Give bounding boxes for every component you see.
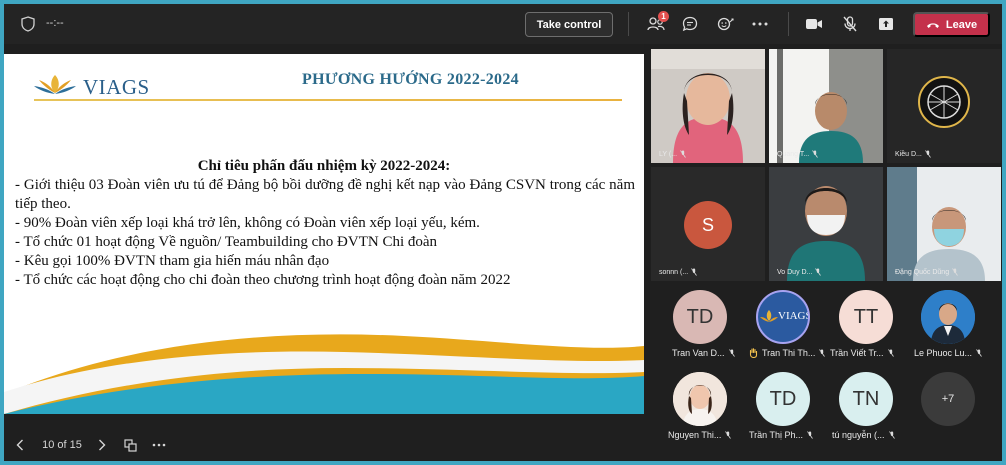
participant-avatar[interactable]: Le Phuoc Lu... (900, 290, 984, 370)
mic-muted-icon (812, 150, 818, 158)
avatar-initials: TD (673, 290, 727, 344)
bullet-item: - Tổ chức 01 hoạt động Về nguồn/ Teambui… (15, 234, 438, 250)
slide-title: PHƯƠNG HƯỚNG 2022-2024 (302, 71, 519, 88)
chat-icon[interactable] (678, 12, 702, 36)
bullet-item: - Tổ chức các hoạt động cho chi đoàn the… (15, 272, 511, 288)
participant-video (769, 167, 883, 281)
title-divider (34, 99, 622, 101)
avatar-image (673, 372, 727, 426)
avatar-initials: TT (839, 290, 893, 344)
logo-wordmark: VIAGS (83, 75, 150, 99)
video-tile[interactable]: Quang T... (769, 49, 883, 163)
avatar-image: VIAGS (756, 290, 810, 344)
video-tile[interactable]: LY (... (651, 49, 765, 163)
participant-avatar[interactable]: TN tú nguyễn (... (818, 372, 902, 452)
video-tile[interactable]: Vo Duy D... (769, 167, 883, 281)
teams-meeting-window: --:-- Take control 1 Leave VIAGS PHƯƠNG … (4, 4, 1002, 461)
participant-name: Quang T... (777, 150, 818, 158)
mic-muted-icon (888, 431, 895, 439)
participant-name: Đặng Quốc Dũng (895, 268, 958, 276)
previous-slide-icon[interactable] (12, 436, 28, 454)
participant-avatar[interactable]: Nguyen Thi... (652, 372, 736, 452)
avatar-initials: TD (756, 372, 810, 426)
bullet-item: - Kêu gọi 100% ĐVTN tham gia hiến máu nh… (15, 253, 330, 269)
overflow-count: +7 (921, 372, 975, 426)
more-participants-button[interactable]: +7 (900, 372, 984, 452)
video-tile[interactable]: S sonnn (... (651, 167, 765, 281)
avatar-photo (673, 372, 727, 426)
next-slide-icon[interactable] (94, 436, 110, 454)
mic-muted-icon (691, 268, 698, 276)
avatar-initials: TN (839, 372, 893, 426)
participant-avatar[interactable]: TT Trần Viết Tr... (818, 290, 902, 370)
participant-avatar[interactable]: TD Tran Van D... (652, 290, 736, 370)
mic-muted-icon (815, 268, 822, 276)
participant-name: sonnn (... (659, 268, 698, 276)
mic-muted-icon[interactable] (838, 12, 862, 36)
toolbar-divider (788, 12, 789, 36)
camera-icon[interactable] (802, 12, 826, 36)
mic-muted-icon (952, 268, 958, 276)
avatar-photo (921, 290, 975, 344)
reactions-icon[interactable] (714, 12, 738, 36)
shield-icon[interactable] (21, 16, 35, 32)
toolbar-divider (628, 12, 629, 36)
participant-avatar[interactable]: TD Trần Thị Ph... (735, 372, 819, 452)
bullet-list: - Giới thiệu 03 Đoàn viên ưu tú để Đảng … (15, 176, 635, 290)
slide-grid-icon[interactable] (122, 436, 138, 454)
viags-logo: VIAGS (33, 71, 163, 101)
mic-muted-icon (725, 431, 732, 439)
participant-avatar[interactable]: VIAGS Tran Thi Th... (735, 290, 826, 370)
slide-subtitle: Chỉ tiêu phấn đấu nhiệm kỳ 2022-2024: (197, 158, 451, 174)
slide-page-indicator: 10 of 15 (42, 439, 82, 451)
participant-name: Vo Duy D... (777, 268, 822, 276)
video-tile[interactable]: Kiều D... (887, 49, 1001, 163)
participant-video (651, 49, 765, 163)
participant-name: Kiều D... (895, 150, 931, 158)
meeting-toolbar: --:-- Take control 1 Leave (4, 4, 1002, 44)
slide-more-icon[interactable] (150, 436, 168, 454)
share-screen-icon[interactable] (874, 12, 898, 36)
take-control-button[interactable]: Take control (525, 12, 613, 37)
leave-button[interactable]: Leave (913, 12, 990, 37)
bullet-item: - Giới thiệu 03 Đoàn viên ưu tú để Đảng … (15, 177, 635, 212)
phone-hangup-icon (926, 22, 939, 28)
decorative-wave (4, 334, 644, 414)
participant-video (769, 49, 883, 163)
mic-muted-icon (680, 150, 686, 158)
more-options-icon[interactable] (748, 12, 772, 36)
participant-video (887, 167, 1001, 281)
mic-muted-icon (728, 349, 735, 357)
raised-hand-icon (749, 348, 758, 358)
shared-presentation-slide: VIAGS PHƯƠNG HƯỚNG 2022-2024 Chỉ tiêu ph… (4, 54, 644, 414)
lotus-logo-icon (34, 75, 76, 94)
participant-name: Le Phuoc Lu... (914, 348, 1002, 358)
participant-initial-avatar: S (684, 201, 732, 249)
mic-muted-icon (887, 349, 894, 357)
bullet-item: - 90% Đoàn viên xếp loại khá trở lên, kh… (15, 215, 480, 231)
participant-name: LY (... (659, 150, 686, 158)
avatar-image (921, 290, 975, 344)
video-tile[interactable]: Đặng Quốc Dũng (887, 167, 1001, 281)
leave-label: Leave (945, 18, 978, 31)
mic-muted-icon (925, 150, 931, 158)
mic-muted-icon (976, 349, 982, 357)
avatar-logo-text: VIAGS (778, 310, 810, 322)
mic-muted-icon (807, 431, 813, 439)
participant-avatar-image (887, 49, 1001, 163)
slide-navigation: 10 of 15 (4, 432, 644, 458)
meeting-timer: --:-- (46, 17, 64, 29)
participants-badge: 1 (658, 11, 669, 22)
